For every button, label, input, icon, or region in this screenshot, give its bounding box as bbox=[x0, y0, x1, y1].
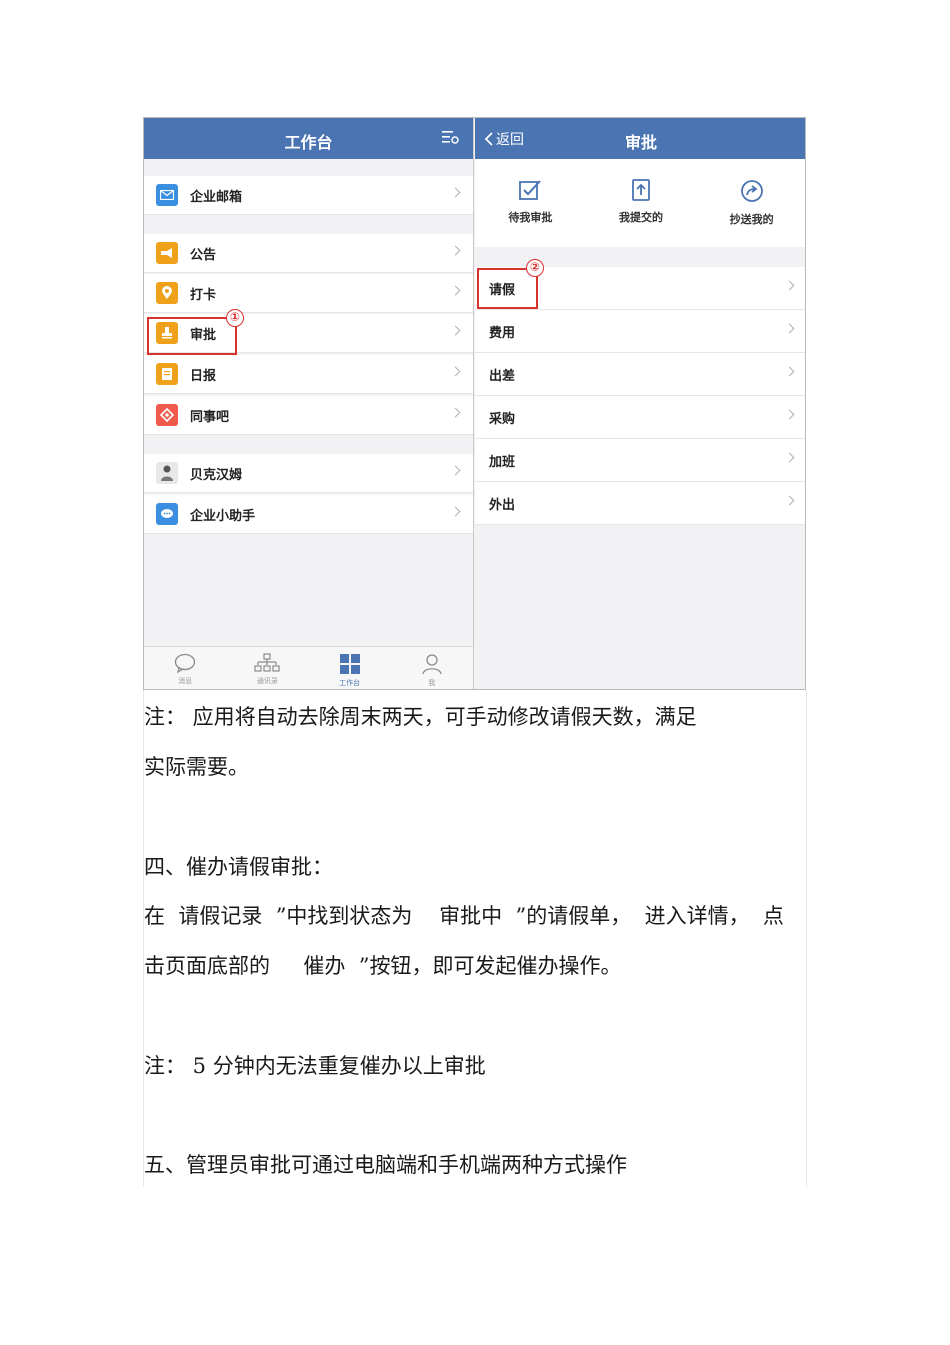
note-line-3: 注： 5 分钟内无法重复催办以上审批 bbox=[144, 1054, 486, 1078]
approval-title: 审批 bbox=[624, 133, 657, 152]
tab-label: 我 bbox=[428, 679, 436, 687]
tab-me[interactable]: 我 bbox=[391, 647, 473, 689]
community-icon bbox=[156, 404, 178, 426]
chat-bubble-icon bbox=[156, 503, 178, 525]
chevron-right-icon bbox=[450, 285, 461, 296]
tab-contacts[interactable]: 通讯录 bbox=[226, 647, 308, 689]
location-pin-icon bbox=[156, 282, 178, 304]
list-item-mail[interactable]: 企业邮箱 bbox=[144, 176, 473, 215]
list-item-label: 同事吧 bbox=[190, 409, 230, 425]
chevron-right-icon bbox=[784, 323, 795, 334]
message-icon bbox=[174, 653, 196, 673]
approval-type-outing[interactable]: 外出 bbox=[475, 482, 805, 525]
approval-type-label: 费用 bbox=[489, 325, 516, 341]
workbench-panel: 工作台 企业邮箱 公告 打卡 审批 日报 同事吧 贝克汉姆 企业小助手 ① 消息… bbox=[144, 118, 474, 689]
list-item-announcement[interactable]: 公告 bbox=[144, 234, 473, 273]
list-item-label: 企业邮箱 bbox=[190, 189, 243, 205]
action-my-submissions[interactable]: 我提交的 bbox=[586, 159, 697, 247]
approval-type-purchase[interactable]: 采购 bbox=[475, 396, 805, 439]
chevron-right-icon bbox=[784, 452, 795, 463]
list-item-label: 日报 bbox=[190, 368, 217, 384]
action-label: 抄送我的 bbox=[729, 213, 774, 226]
avatar-icon bbox=[156, 462, 178, 484]
action-label: 我提交的 bbox=[619, 211, 663, 224]
chevron-right-icon bbox=[450, 407, 461, 418]
chevron-right-icon bbox=[784, 409, 795, 420]
approval-actions: 待我审批 我提交的 抄送我的 bbox=[475, 159, 805, 247]
tab-label: 消息 bbox=[178, 677, 193, 685]
report-icon bbox=[156, 363, 178, 385]
note-line-1: 注： 应用将自动去除周末两天，可手动修改请假天数，满足 bbox=[144, 705, 697, 729]
megaphone-icon bbox=[156, 242, 178, 264]
body-line-1: 在 请假记录 ”中找到状态为 审批中 ”的请假单， 进入详情， 点 bbox=[144, 904, 784, 928]
tab-label: 工作台 bbox=[339, 679, 361, 687]
chevron-right-icon bbox=[450, 465, 461, 476]
tab-label: 通讯录 bbox=[256, 677, 278, 685]
list-item-label: 企业小助手 bbox=[190, 508, 256, 524]
approval-type-label: 出差 bbox=[489, 368, 516, 384]
person-icon bbox=[422, 654, 442, 675]
forward-circle-icon bbox=[740, 180, 763, 202]
chevron-right-icon bbox=[450, 187, 461, 198]
list-item-assistant[interactable]: 企业小助手 bbox=[144, 495, 473, 534]
approval-type-business-trip[interactable]: 出差 bbox=[475, 353, 805, 396]
approval-type-overtime[interactable]: 加班 bbox=[475, 439, 805, 482]
chevron-right-icon bbox=[450, 366, 461, 377]
check-square-icon bbox=[519, 180, 542, 200]
mail-icon bbox=[156, 184, 178, 206]
section-heading-4: 四、催办请假审批： bbox=[144, 855, 333, 879]
list-item-label: 公告 bbox=[190, 247, 217, 263]
body-line-2: 击页面底部的 催办 ”按钮，即可发起催办操作。 bbox=[144, 954, 622, 978]
app-screenshot: 工作台 企业邮箱 公告 打卡 审批 日报 同事吧 贝克汉姆 企业小助手 ① 消息… bbox=[143, 117, 806, 690]
chevron-right-icon bbox=[784, 280, 795, 291]
approval-type-expense[interactable]: 费用 bbox=[475, 310, 805, 353]
chevron-right-icon bbox=[450, 506, 461, 517]
org-chart-icon bbox=[254, 653, 280, 672]
section-heading-5: 五、管理员审批可通过电脑端和手机端两种方式操作 bbox=[144, 1153, 627, 1177]
chevron-right-icon bbox=[784, 495, 795, 506]
chevron-right-icon bbox=[450, 245, 461, 256]
approval-type-label: 采购 bbox=[489, 411, 516, 427]
step-marker-1: ① bbox=[226, 309, 244, 327]
list-item-daily-report[interactable]: 日报 bbox=[144, 355, 473, 394]
chevron-right-icon bbox=[450, 325, 461, 336]
tab-messages[interactable]: 消息 bbox=[144, 647, 226, 689]
list-item-label: 打卡 bbox=[190, 287, 217, 303]
approval-type-label: 加班 bbox=[489, 454, 516, 470]
chevron-right-icon bbox=[784, 366, 795, 377]
workbench-header: 工作台 bbox=[144, 118, 473, 159]
grid-icon bbox=[339, 654, 360, 674]
note-line-2: 实际需要。 bbox=[144, 755, 249, 779]
action-cc-to-me[interactable]: 抄送我的 bbox=[696, 159, 805, 247]
list-item-checkin[interactable]: 打卡 bbox=[144, 274, 473, 313]
approval-panel: 返回 审批 待我审批 我提交的 抄送我的 请假 费用 出差 采购 加班 外出 ② bbox=[475, 118, 805, 689]
settings-list-icon[interactable] bbox=[441, 128, 459, 146]
approval-header: 返回 审批 bbox=[475, 118, 805, 159]
workbench-title: 工作台 bbox=[284, 133, 333, 152]
upload-doc-icon bbox=[632, 179, 650, 201]
action-label: 待我审批 bbox=[508, 211, 553, 224]
list-item-colleague-forum[interactable]: 同事吧 bbox=[144, 396, 473, 435]
action-pending-approval[interactable]: 待我审批 bbox=[475, 159, 586, 247]
bottom-tab-bar: 消息 通讯录 工作台 我 bbox=[144, 646, 473, 689]
list-item-contact[interactable]: 贝克汉姆 bbox=[144, 454, 473, 493]
step-marker-2: ② bbox=[526, 259, 544, 277]
approval-type-label: 外出 bbox=[489, 497, 516, 513]
highlight-box-approval bbox=[147, 317, 237, 355]
tab-workbench[interactable]: 工作台 bbox=[309, 647, 391, 689]
list-item-label: 贝克汉姆 bbox=[190, 467, 243, 483]
